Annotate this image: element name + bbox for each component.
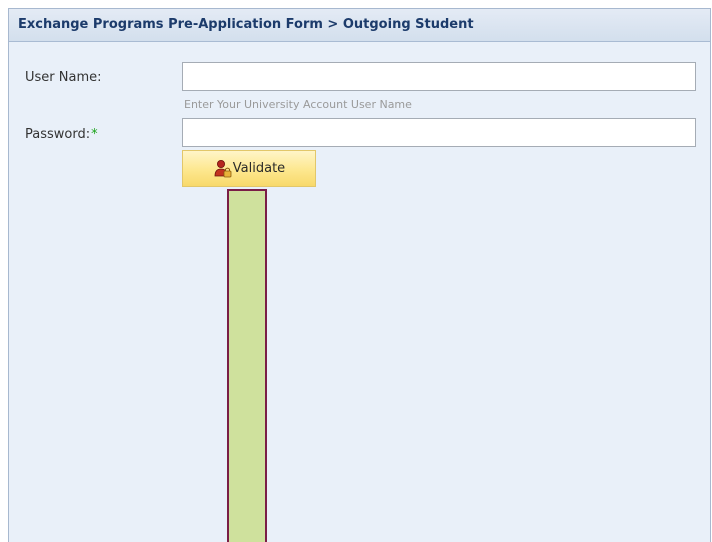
- password-label-text: Password:: [25, 127, 91, 142]
- panel-header: Exchange Programs Pre-Application Form >…: [9, 9, 710, 42]
- username-label: User Name:: [25, 70, 102, 85]
- page-title: Exchange Programs Pre-Application Form >…: [18, 17, 474, 32]
- password-label: Password:*: [25, 127, 98, 142]
- highlight-bar: [227, 189, 267, 542]
- validate-button[interactable]: Validate: [182, 150, 316, 187]
- username-hint: Enter Your University Account User Name: [184, 98, 412, 111]
- form-panel: Exchange Programs Pre-Application Form >…: [8, 8, 711, 542]
- user-lock-icon: [213, 159, 233, 179]
- validate-button-label: Validate: [232, 161, 286, 176]
- username-input[interactable]: [182, 62, 696, 91]
- required-marker: *: [91, 127, 98, 142]
- password-input[interactable]: [182, 118, 696, 147]
